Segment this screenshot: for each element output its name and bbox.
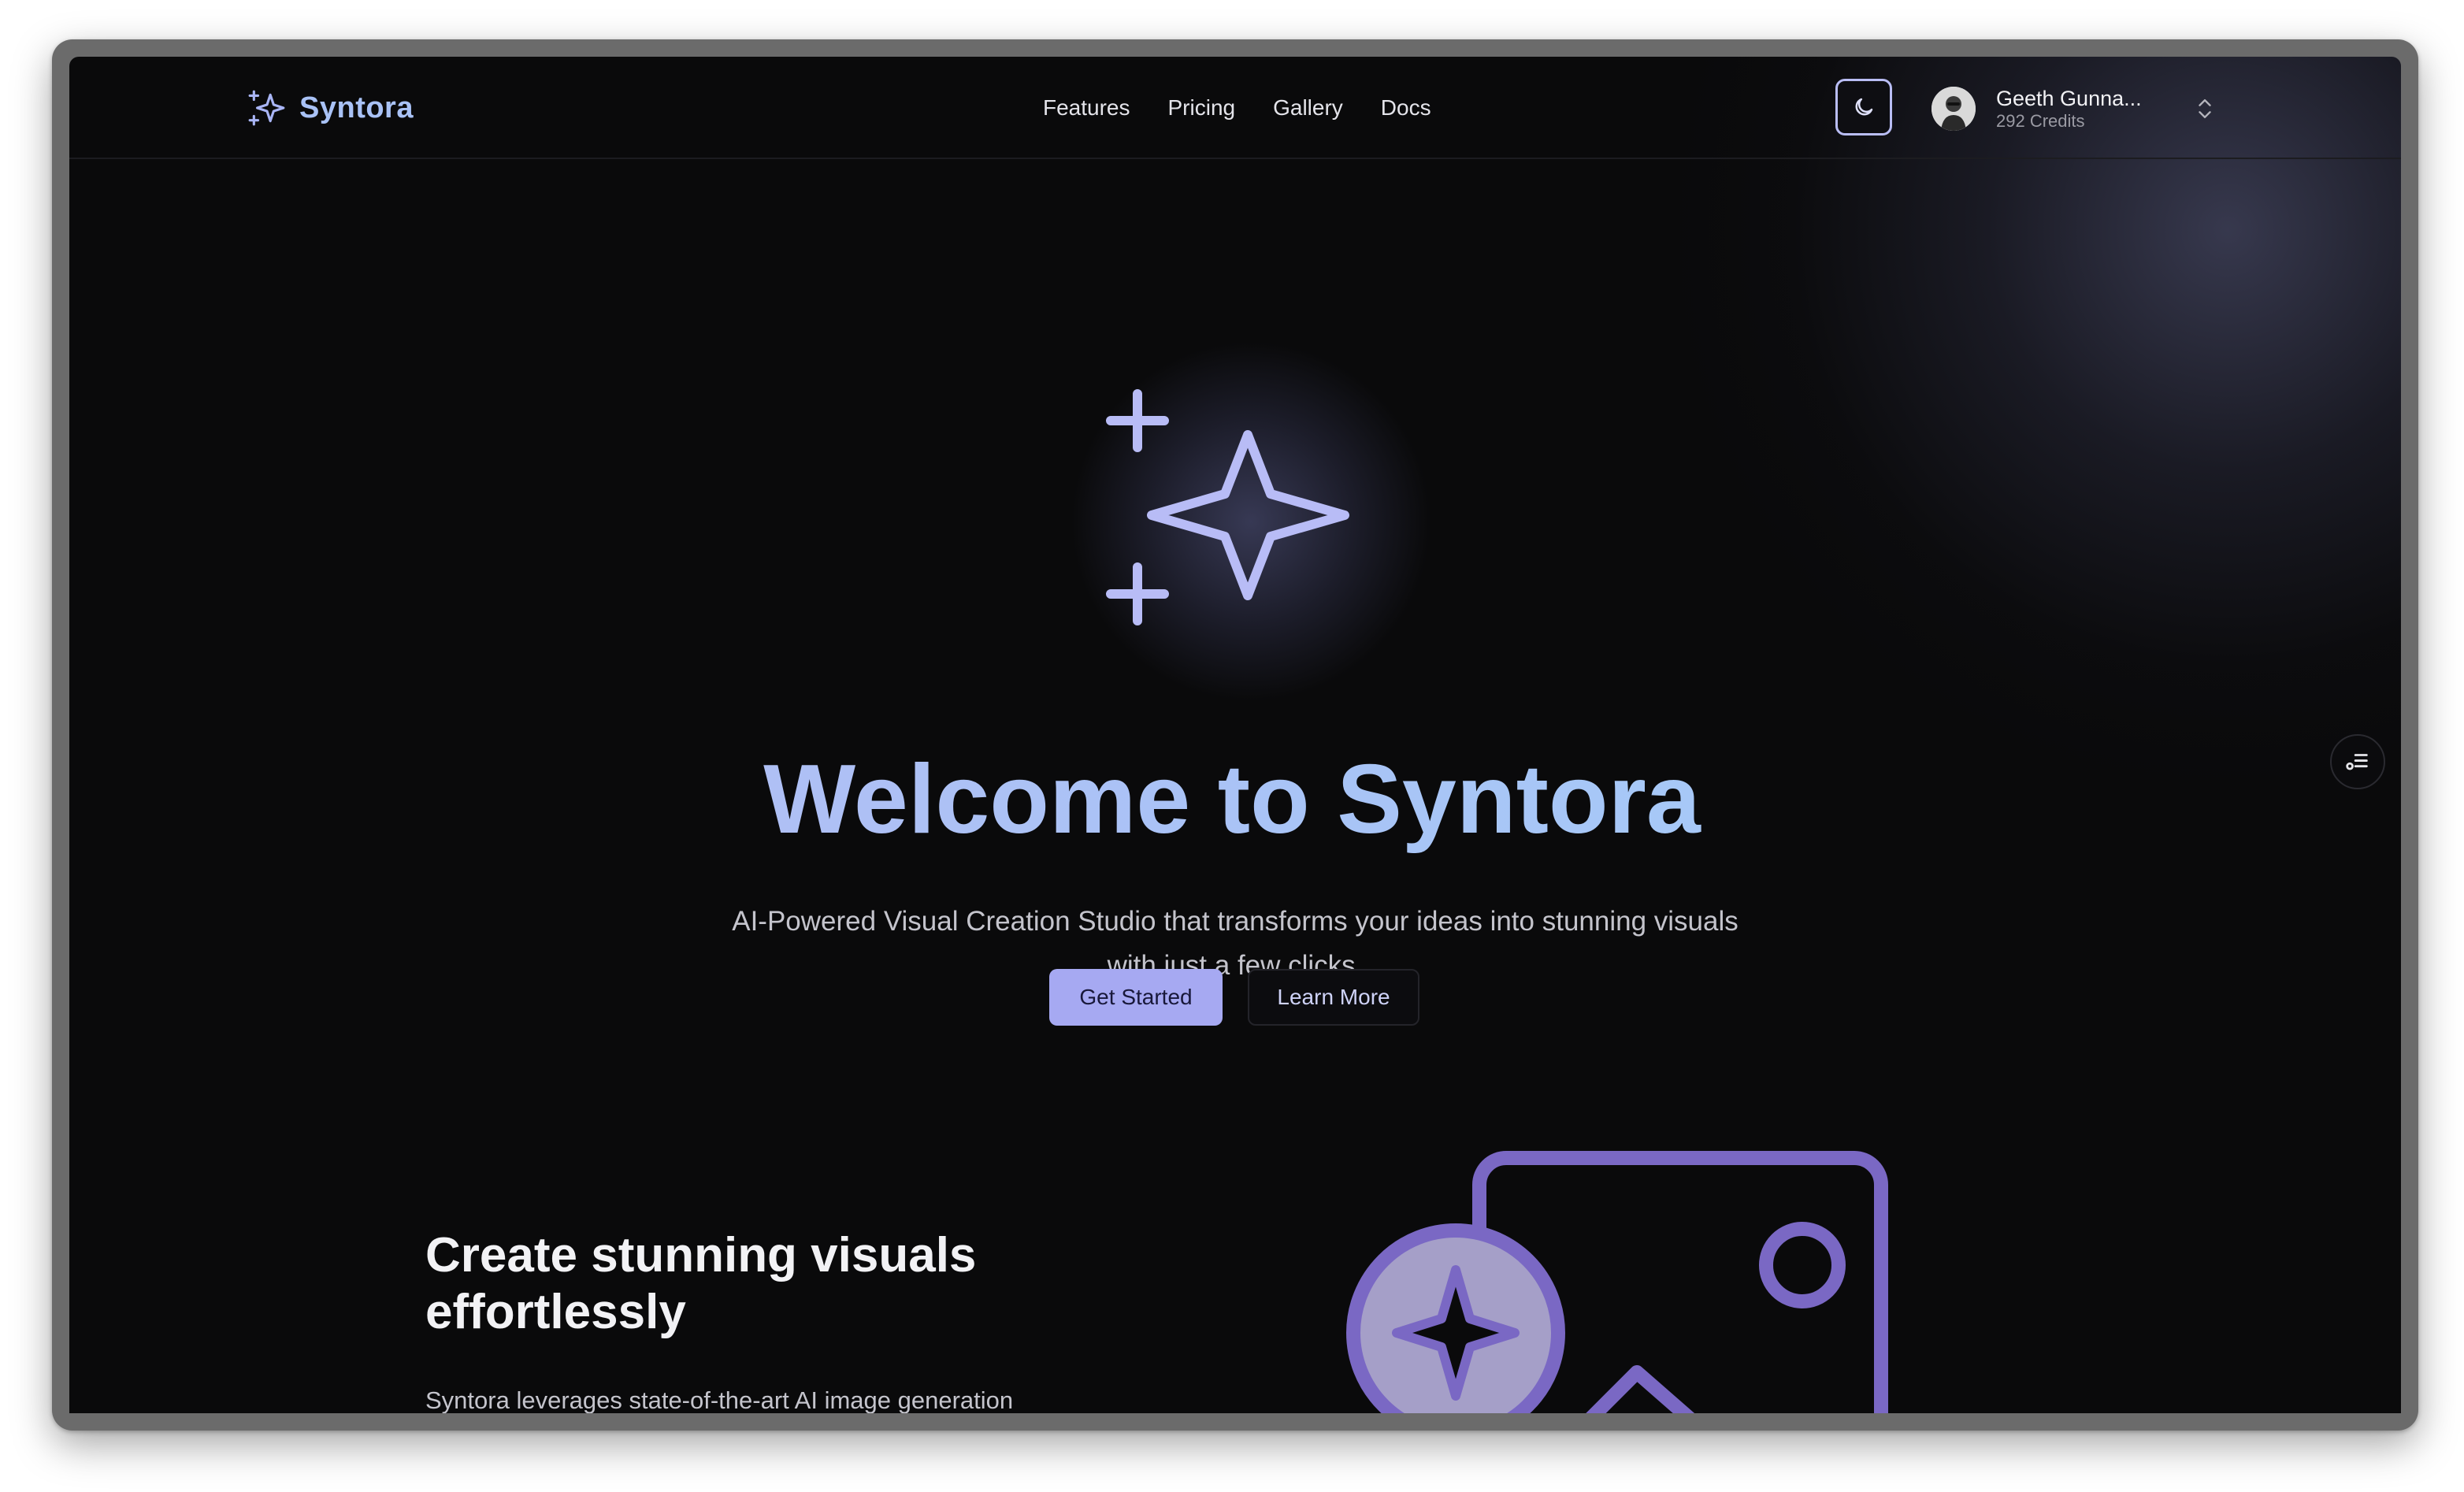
- sparkles-icon: [1106, 389, 1349, 625]
- moon-icon: [1855, 98, 1873, 116]
- user-menu[interactable]: Geeth Gunna... 292 Credits: [1931, 84, 2215, 134]
- table-of-contents-button[interactable]: [2330, 734, 2385, 789]
- learn-more-button[interactable]: Learn More: [1248, 969, 1419, 1026]
- image-ai-icon: [1346, 1151, 1888, 1413]
- user-info: Geeth Gunna... 292 Credits: [1996, 86, 2179, 132]
- list-icon: [2346, 754, 2368, 770]
- theme-toggle-button[interactable]: [1835, 79, 1892, 135]
- brand-name: Syntora: [299, 91, 414, 124]
- user-name: Geeth Gunna...: [1996, 87, 2142, 110]
- nav-link-features[interactable]: Features: [1043, 95, 1130, 121]
- section-title: Create stunning visuals effortlessly: [425, 1228, 977, 1339]
- nav-link-gallery[interactable]: Gallery: [1273, 95, 1343, 121]
- brand-logo-link[interactable]: Syntora: [247, 87, 414, 129]
- background-glow: [1661, 57, 2401, 797]
- section-body: Syntora leverages state-of-the-art AI im…: [425, 1386, 1014, 1413]
- browser-viewport: Syntora Features Pricing Gallery Docs Ge…: [69, 57, 2401, 1413]
- nav-link-docs[interactable]: Docs: [1381, 95, 1431, 121]
- chevron-up-down-icon: [2199, 98, 2211, 119]
- nav-links: Features Pricing Gallery Docs: [1043, 88, 1431, 128]
- nav-link-pricing[interactable]: Pricing: [1168, 95, 1236, 121]
- top-navbar: Syntora Features Pricing Gallery Docs Ge…: [69, 57, 2401, 159]
- user-avatar-icon: [1931, 87, 1976, 131]
- avatar: [1931, 87, 1976, 131]
- hero-title: Welcome to Syntora: [69, 740, 2401, 859]
- user-credits: 292 Credits: [1996, 111, 2085, 131]
- get-started-button[interactable]: Get Started: [1049, 969, 1223, 1026]
- sparkles-icon: [248, 90, 285, 126]
- hero-subtitle: AI-Powered Visual Creation Studio that t…: [732, 906, 1739, 981]
